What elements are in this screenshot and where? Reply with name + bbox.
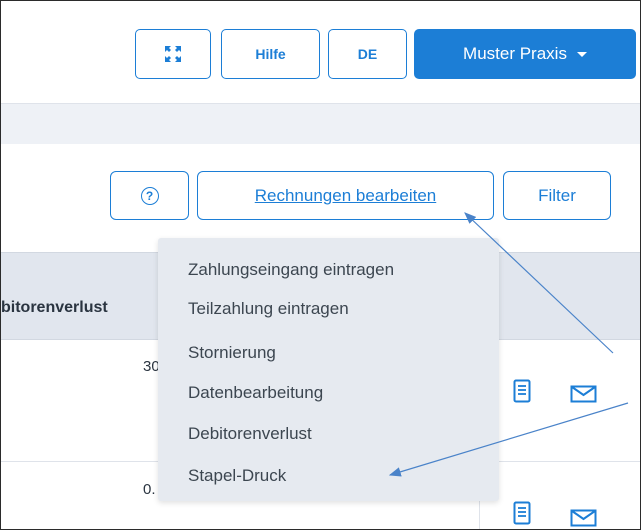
mail-icon[interactable] [570,509,597,527]
practice-dropdown-label: Muster Praxis [463,44,567,63]
help-circle-button[interactable]: ? [110,171,189,220]
question-circle-icon: ? [140,186,159,205]
edit-invoices-label: Rechnungen bearbeiten [254,185,437,205]
column-header-debitorenverlust: bitorenverlust [1,299,108,316]
menu-item-datenbearbeitung[interactable]: Datenbearbeitung [188,383,323,403]
help-button-label: Hilfe [255,46,286,62]
menu-item-stapel-druck[interactable]: Stapel-Druck [188,466,286,486]
table-cell-value: 0. [143,481,156,498]
menu-item-teilzahlung[interactable]: Teilzahlung eintragen [188,299,349,319]
menu-item-zahlungseingang[interactable]: Zahlungseingang eintragen [188,260,394,280]
language-button-label: DE [357,46,378,62]
help-button[interactable]: Hilfe [221,29,320,79]
language-button[interactable]: DE [328,29,407,79]
filter-button[interactable]: Filter [503,171,611,220]
edit-invoices-menu: Zahlungseingang eintragen Teilzahlung ei… [158,238,499,501]
expand-arrows-icon [165,46,181,62]
document-icon[interactable] [513,379,531,403]
section-divider [1,104,640,144]
filter-label: Filter [538,185,576,205]
top-header: Hilfe DE Muster Praxis [1,1,640,104]
fullscreen-button[interactable] [135,29,211,79]
document-icon[interactable] [513,501,531,525]
mail-icon[interactable] [570,385,597,403]
menu-item-debitorenverlust[interactable]: Debitorenverlust [188,424,312,444]
caret-down-icon [576,51,587,57]
practice-dropdown[interactable]: Muster Praxis [414,29,636,79]
menu-item-stornierung[interactable]: Stornierung [188,343,276,363]
app-window: Hilfe DE Muster Praxis ? Rechnungen bear… [0,0,641,530]
edit-invoices-button[interactable]: Rechnungen bearbeiten [197,171,494,220]
